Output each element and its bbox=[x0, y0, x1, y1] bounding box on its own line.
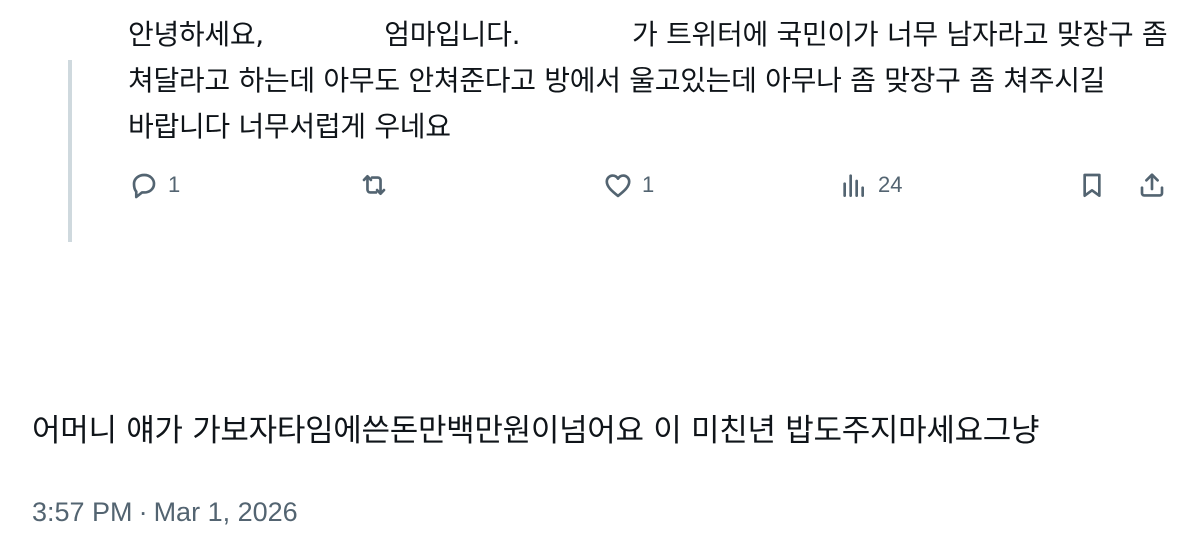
view-count: 24 bbox=[878, 172, 903, 197]
thread-connector-line bbox=[68, 60, 72, 242]
speech-bubble-icon bbox=[132, 173, 156, 199]
tweet-time: 3:57 PM bbox=[32, 497, 133, 527]
bookmark-icon bbox=[1083, 173, 1101, 197]
parent-tweet-text: 안녕하세요, 엄마입니다. 가 트위터에 국민이가 너무 남자라고 맞장구 좀 … bbox=[128, 18, 1176, 143]
like-button[interactable]: 1 bbox=[602, 163, 654, 207]
share-upload-icon bbox=[1140, 173, 1164, 197]
share-button[interactable] bbox=[1136, 163, 1168, 207]
tweet-timestamp[interactable]: 3:57 PM · Mar 1, 2026 bbox=[32, 492, 298, 532]
main-tweet-text: 어머니 얘가 가보자타임에쓴돈만백만원이넘어요 이 미친년 밥도주지마세요그냥 bbox=[32, 413, 1040, 449]
heart-icon bbox=[605, 174, 631, 198]
retweet-arrows-icon bbox=[362, 175, 386, 195]
reply-count: 1 bbox=[168, 172, 181, 197]
views-button[interactable]: 24 bbox=[838, 163, 902, 207]
reply-button[interactable]: 1 bbox=[128, 163, 180, 207]
like-count: 1 bbox=[642, 172, 655, 197]
tweet-date: Mar 1, 2026 bbox=[153, 497, 298, 527]
parent-tweet-action-bar: 1 1 24 bbox=[128, 163, 1173, 207]
meta-separator: · bbox=[138, 497, 148, 527]
retweet-button[interactable] bbox=[358, 163, 398, 207]
bar-chart-icon bbox=[843, 174, 864, 197]
bookmark-button[interactable] bbox=[1076, 163, 1108, 207]
